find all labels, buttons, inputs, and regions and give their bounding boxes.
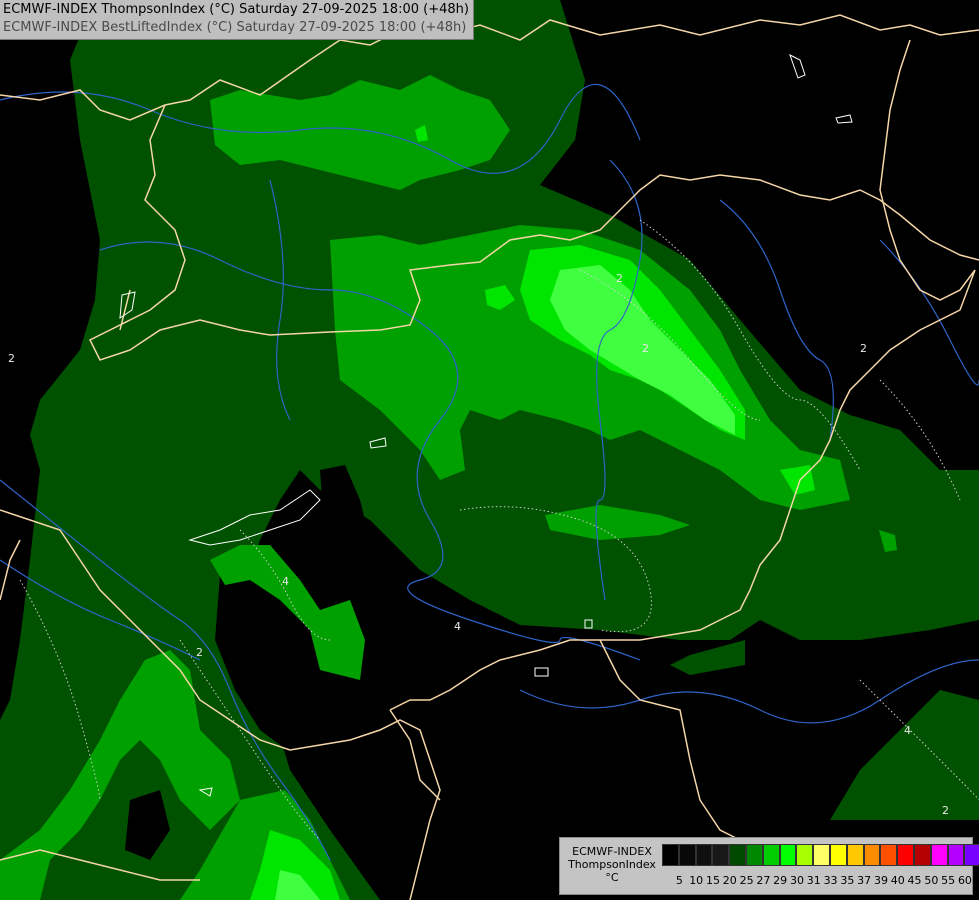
legend-tick-label: 40 [890, 874, 905, 887]
legend-swatch [762, 844, 780, 866]
legend-swatch [712, 844, 730, 866]
legend-ticks: 5 10 15 20 25 27 29 30 31 33 35 37 39 40 45 50 55 60 [671, 874, 973, 887]
legend-tick-label: 20 [722, 874, 737, 887]
contour-label: 4 [454, 620, 461, 633]
legend-swatch [897, 844, 914, 866]
legend-tick-label: 29 [773, 874, 788, 887]
color-legend: ECMWF-INDEX ThompsonIndex °C 5 10 15 20 25 27… [559, 837, 979, 895]
legend-swatches [662, 844, 979, 866]
legend-swatch [745, 844, 763, 866]
contour-label: 2 [616, 272, 623, 285]
map-title-box: ECMWF-INDEX ThompsonIndex (°C) Saturday … [0, 0, 474, 40]
contour-label: 2 [642, 342, 649, 355]
legend-swatch [964, 844, 979, 866]
legend-swatch [662, 844, 679, 866]
legend-tick-label: 30 [789, 874, 804, 887]
legend-swatch [695, 844, 713, 866]
contour-label: 2 [860, 342, 867, 355]
legend-swatch [880, 844, 898, 866]
legend-tick-label: 5 [675, 874, 683, 887]
legend-tick-label: 31 [806, 874, 821, 887]
title-line-best-lifted-index: ECMWF-INDEX BestLiftedIndex (°C) Saturda… [3, 20, 467, 35]
legend-tick-label: 33 [823, 874, 838, 887]
legend-swatch [930, 844, 948, 866]
legend-parameter: ThompsonIndex [568, 858, 656, 871]
contour-label: 2 [942, 804, 949, 817]
legend-tick-label: 27 [756, 874, 771, 887]
legend-swatch [913, 844, 931, 866]
legend-tick-label: 15 [705, 874, 720, 887]
legend-tick-label: 60 [957, 874, 972, 887]
weather-map: 2 2 2 4 4 2 4 2 2 [0, 0, 979, 900]
legend-tick-label: 39 [873, 874, 888, 887]
legend-swatch [829, 844, 847, 866]
legend-model: ECMWF-INDEX [572, 845, 652, 858]
legend-swatch [796, 844, 814, 866]
legend-tick-label: 55 [941, 874, 956, 887]
legend-swatch [779, 844, 797, 866]
legend-swatch [678, 844, 696, 866]
legend-unit: °C [605, 871, 619, 884]
legend-tick-label: 45 [907, 874, 922, 887]
legend-labels: ECMWF-INDEX ThompsonIndex °C [564, 845, 660, 884]
legend-swatch [813, 844, 830, 866]
legend-tick-label: 37 [857, 874, 872, 887]
legend-swatch [863, 844, 881, 866]
contour-label: 4 [282, 575, 289, 588]
legend-swatch [729, 844, 746, 866]
contour-label: 2 [8, 352, 15, 365]
contour-label: 4 [904, 724, 911, 737]
legend-swatch [846, 844, 864, 866]
title-line-thompson-index: ECMWF-INDEX ThompsonIndex (°C) Saturday … [3, 2, 469, 17]
legend-tick-label: 10 [689, 874, 704, 887]
contour-label: 2 [196, 646, 203, 659]
legend-tick-label: 50 [924, 874, 939, 887]
legend-swatch [947, 844, 965, 866]
legend-tick-label: 25 [739, 874, 754, 887]
legend-tick-label: 35 [840, 874, 855, 887]
